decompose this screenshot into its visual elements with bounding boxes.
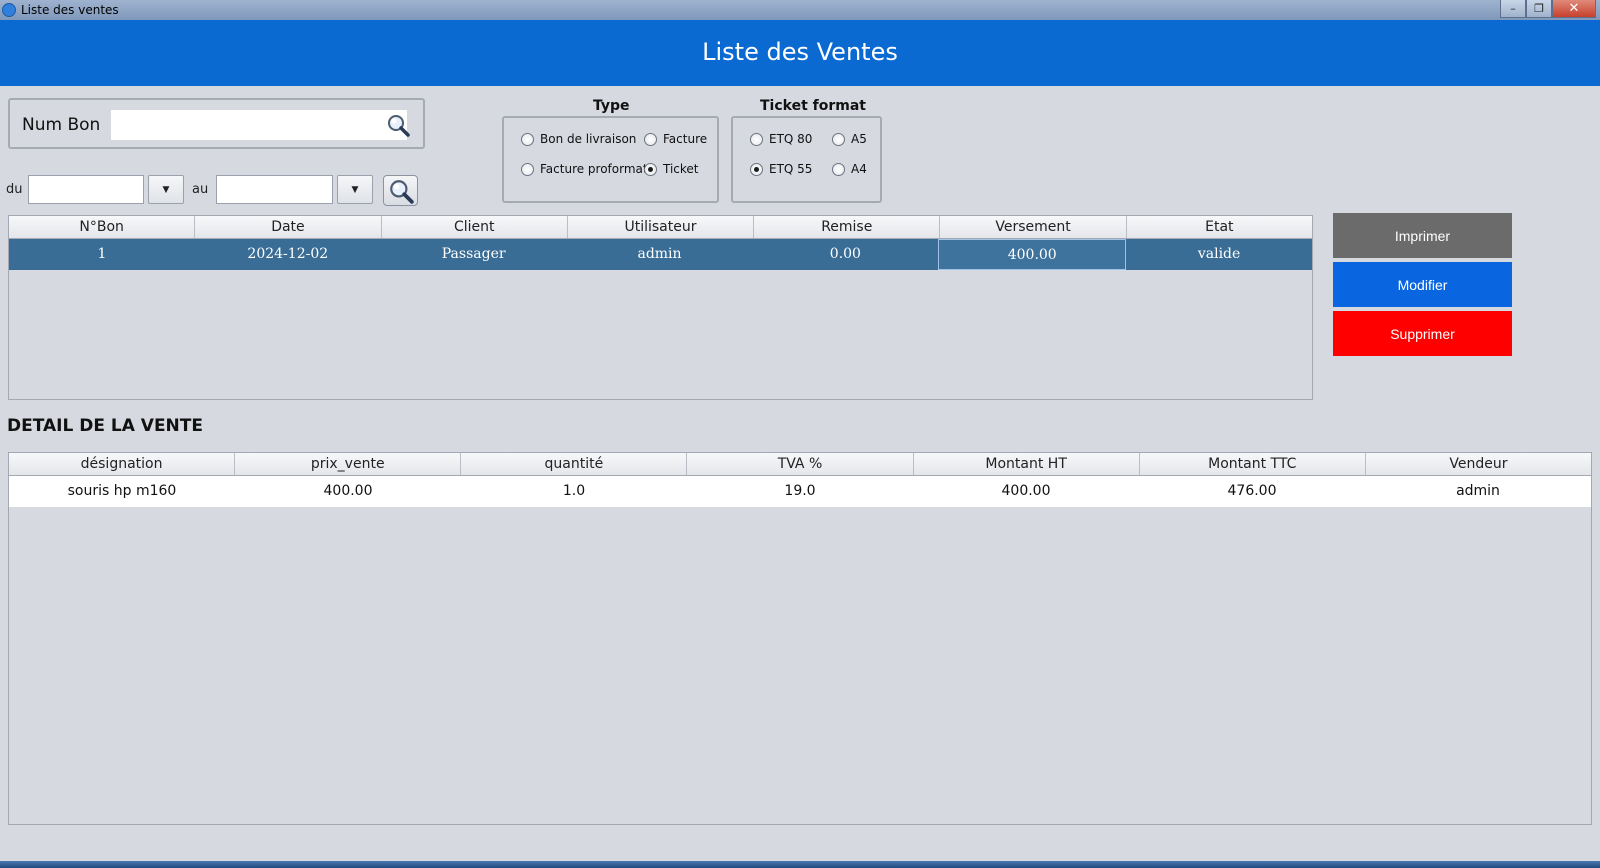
ticket-format-group-title: Ticket format <box>760 98 866 114</box>
cell-designation[interactable]: souris hp m160 <box>9 476 235 507</box>
cell-quantite[interactable]: 1.0 <box>461 476 687 507</box>
cell-vendeur[interactable]: admin <box>1365 476 1591 507</box>
radio-ticket[interactable]: Ticket <box>644 162 699 176</box>
column-header-tva[interactable]: TVA % <box>687 453 914 475</box>
radio-etq-80-indicator <box>750 132 763 146</box>
column-header-num-bon[interactable]: N°Bon <box>9 216 196 238</box>
header-banner: Liste des Ventes <box>0 20 1600 86</box>
column-header-montant-ttc[interactable]: Montant TTC <box>1140 453 1366 475</box>
radio-label: Ticket <box>663 162 699 176</box>
table-row[interactable]: 1 2024-12-02 Passager admin 0.00 400.00 … <box>9 239 1312 270</box>
cell-client[interactable]: Passager <box>381 239 567 270</box>
column-header-date[interactable]: Date <box>195 216 382 238</box>
column-header-versement[interactable]: Versement <box>940 216 1127 238</box>
close-icon[interactable]: ✕ <box>1552 0 1596 18</box>
radio-label: A4 <box>851 162 867 176</box>
cell-montant-ttc[interactable]: 476.00 <box>1139 476 1365 507</box>
column-header-etat[interactable]: Etat <box>1127 216 1312 238</box>
radio-label: Facture <box>663 132 708 146</box>
date-to-dropdown-icon[interactable]: ▼ <box>337 175 373 204</box>
radio-etq-55-indicator <box>750 162 763 176</box>
num-bon-input[interactable] <box>111 110 407 140</box>
radio-bon-de-livraison-indicator <box>521 132 534 146</box>
radio-label: Facture proformat <box>540 162 648 176</box>
edit-button[interactable]: Modifier <box>1333 262 1512 307</box>
type-group-title: Type <box>593 98 630 114</box>
radio-a5[interactable]: A5 <box>832 132 867 146</box>
date-from-input[interactable] <box>28 175 144 204</box>
cell-versement[interactable]: 400.00 <box>938 239 1127 270</box>
au-label: au <box>192 182 209 197</box>
app-icon <box>2 3 16 17</box>
radio-a5-indicator <box>832 132 845 146</box>
radio-label: ETQ 80 <box>769 132 813 146</box>
column-header-utilisateur[interactable]: Utilisateur <box>568 216 755 238</box>
detail-section-title: DETAIL DE LA VENTE <box>7 416 203 436</box>
radio-label: A5 <box>851 132 867 146</box>
num-bon-panel: Num Bon <box>8 98 425 149</box>
window-controls: – ❐ ✕ <box>1500 0 1596 18</box>
column-header-montant-ht[interactable]: Montant HT <box>914 453 1140 475</box>
detail-table: désignation prix_vente quantité TVA % Mo… <box>8 452 1592 825</box>
radio-etq-80[interactable]: ETQ 80 <box>750 132 812 146</box>
print-button[interactable]: Imprimer <box>1333 213 1512 258</box>
radio-a4-indicator <box>832 162 845 176</box>
column-header-prix-vente[interactable]: prix_vente <box>235 453 462 475</box>
cell-tva[interactable]: 19.0 <box>687 476 913 507</box>
table-row[interactable]: souris hp m160 400.00 1.0 19.0 400.00 47… <box>9 476 1591 507</box>
cell-etat[interactable]: valide <box>1126 239 1312 270</box>
column-header-designation[interactable]: désignation <box>9 453 236 475</box>
window-title: Liste des ventes <box>21 3 119 17</box>
radio-facture-proformat-indicator <box>521 162 534 176</box>
radio-facture-proformat[interactable]: Facture proformat <box>521 162 648 176</box>
restore-icon[interactable]: ❐ <box>1526 0 1552 18</box>
cell-montant-ht[interactable]: 400.00 <box>913 476 1139 507</box>
page-title: Liste des Ventes <box>702 38 898 66</box>
radio-a4[interactable]: A4 <box>832 162 867 176</box>
date-search-button[interactable] <box>383 175 418 206</box>
search-icon <box>389 179 414 204</box>
du-label: du <box>6 182 23 197</box>
date-to-input[interactable] <box>216 175 333 204</box>
radio-facture-indicator <box>644 132 657 146</box>
cell-remise[interactable]: 0.00 <box>752 239 938 270</box>
radio-bon-de-livraison[interactable]: Bon de livraison <box>521 132 636 146</box>
radio-etq-55[interactable]: ETQ 55 <box>750 162 812 176</box>
radio-label: ETQ 55 <box>769 162 813 176</box>
minimize-icon[interactable]: – <box>1500 0 1526 18</box>
type-group: Bon de livraison Facture Facture proform… <box>502 116 719 203</box>
delete-button[interactable]: Supprimer <box>1333 311 1512 356</box>
ventes-table-header: N°Bon Date Client Utilisateur Remise Ver… <box>9 216 1312 239</box>
cell-prix-vente[interactable]: 400.00 <box>235 476 461 507</box>
ventes-table: N°Bon Date Client Utilisateur Remise Ver… <box>8 215 1313 400</box>
taskbar <box>0 861 1600 868</box>
date-from-dropdown-icon[interactable]: ▼ <box>148 175 184 204</box>
search-icon[interactable] <box>386 113 410 137</box>
radio-facture[interactable]: Facture <box>644 132 707 146</box>
cell-date[interactable]: 2024-12-02 <box>195 239 381 270</box>
window-titlebar: Liste des ventes – ❐ ✕ <box>0 0 1600 20</box>
column-header-quantite[interactable]: quantité <box>461 453 688 475</box>
cell-num-bon[interactable]: 1 <box>9 239 195 270</box>
detail-table-header: désignation prix_vente quantité TVA % Mo… <box>9 453 1591 476</box>
column-header-client[interactable]: Client <box>382 216 568 238</box>
radio-label: Bon de livraison <box>540 132 637 146</box>
num-bon-label: Num Bon <box>22 115 101 135</box>
column-header-remise[interactable]: Remise <box>754 216 941 238</box>
column-header-vendeur[interactable]: Vendeur <box>1366 453 1591 475</box>
ticket-format-group: ETQ 80 A5 ETQ 55 A4 <box>731 116 882 203</box>
radio-ticket-indicator <box>644 162 657 176</box>
cell-utilisateur[interactable]: admin <box>567 239 753 270</box>
